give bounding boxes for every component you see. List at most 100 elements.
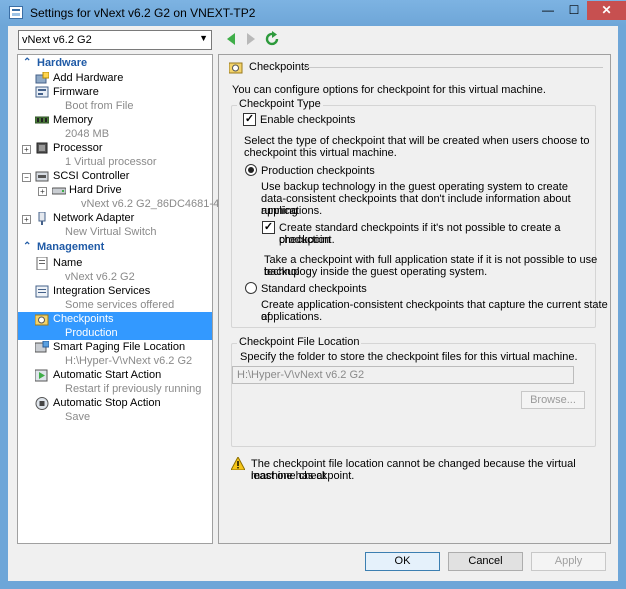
tree-item-automatic-stop[interactable]: Automatic Stop Action Save [18, 396, 212, 424]
title-bar[interactable]: Settings for vNext v6.2 G2 on VNEXT-TP2 … [0, 0, 626, 26]
settings-app-icon [9, 6, 23, 19]
tree-item-scsi-controller[interactable]: − SCSI Controller [18, 169, 212, 184]
window-title: Settings for vNext v6.2 G2 on VNEXT-TP2 [30, 6, 256, 20]
panel-title: Checkpoints [249, 61, 310, 73]
collapse-chevron-icon: ⌃ [23, 57, 32, 68]
tree-item-firmware[interactable]: Firmware Boot from File [18, 85, 212, 113]
tree-item-memory[interactable]: Memory 2048 MB [18, 113, 212, 141]
fallback-standard-label-2[interactable]: checkpoint. [279, 234, 335, 246]
minimize-button[interactable]: — [535, 1, 561, 20]
tree-item-sublabel: Boot from File [65, 100, 134, 112]
expand-icon[interactable]: + [22, 145, 31, 154]
tree-item-label: Firmware [53, 86, 99, 98]
memory-icon [35, 116, 49, 124]
tree-item-label: Automatic Start Action [53, 369, 162, 381]
forward-arrow-icon[interactable] [242, 31, 258, 47]
production-checkpoints-label[interactable]: Production checkpoints [261, 165, 375, 177]
tree-item-label: Integration Services [53, 285, 151, 297]
refresh-icon[interactable] [264, 31, 280, 47]
tree-item-label: Name [53, 257, 83, 269]
panel-intro-text: You can configure options for checkpoint… [232, 84, 546, 96]
tree-item-automatic-start[interactable]: Automatic Start Action Restart if previo… [18, 368, 212, 396]
tree-item-sublabel: vNext v6.2 G2 [65, 271, 135, 283]
standard-description-2: applications. [261, 311, 323, 323]
file-location-description: Specify the folder to store the checkpoi… [240, 351, 578, 363]
add-hardware-icon [35, 72, 49, 84]
tree-item-sublabel: 2048 MB [65, 128, 110, 140]
tree-item-sublabel: Production [65, 327, 118, 339]
hardware-section-header[interactable]: ⌃ Hardware [19, 57, 211, 71]
tree-item-sublabel: Some services offered [65, 299, 175, 311]
tree-item-hard-drive[interactable]: + Hard Drive vNext v6.2 G2_86DC4681-40F.… [18, 183, 240, 211]
standard-checkpoints-label[interactable]: Standard checkpoints [261, 283, 367, 295]
tree-item-label: Smart Paging File Location [53, 341, 186, 353]
expand-icon[interactable]: + [38, 187, 47, 196]
collapse-icon[interactable]: − [22, 173, 31, 182]
vm-selector-dropdown[interactable]: vNext v6.2 G2 ▼ [18, 30, 212, 50]
integration-services-icon [35, 285, 49, 298]
warning-text-2: least one checkpoint. [251, 470, 355, 482]
tree-item-label: Network Adapter [53, 212, 135, 224]
tree-item-add-hardware[interactable]: Add Hardware [18, 71, 212, 86]
network-adapter-icon [38, 212, 46, 225]
tree-item-label: Add Hardware [53, 72, 124, 84]
close-button[interactable]: ✕ [587, 1, 626, 20]
tree-item-processor[interactable]: + Processor 1 Virtual processor [18, 141, 212, 169]
title-divider [303, 67, 603, 68]
production-description-3: applications. [261, 205, 323, 217]
tree-item-sublabel: H:\Hyper-V\vNext v6.2 G2 [65, 355, 193, 367]
tree-item-sublabel: Restart if previously running [65, 383, 202, 395]
hardware-header-label: Hardware [37, 57, 88, 69]
apply-button[interactable]: Apply [531, 552, 606, 571]
name-icon [36, 257, 48, 270]
dialog-client-area: vNext v6.2 G2 ▼ ⌃ Hardware Add Hardware … [8, 26, 618, 581]
settings-window: Settings for vNext v6.2 G2 on VNEXT-TP2 … [0, 0, 626, 589]
cancel-button[interactable]: Cancel [448, 552, 523, 571]
warning-icon [231, 457, 245, 470]
back-arrow-icon[interactable] [224, 31, 240, 47]
checkpoints-icon [229, 62, 243, 74]
enable-checkpoints-checkbox[interactable]: ✓ [243, 113, 256, 126]
tree-item-integration-services[interactable]: Integration Services Some services offer… [18, 284, 212, 312]
tree-item-sublabel: Save [65, 411, 91, 423]
production-description: Use backup technology in the guest opera… [261, 181, 568, 193]
tree-item-sublabel: vNext v6.2 G2_86DC4681-40F... [81, 198, 240, 210]
tree-item-label: Memory [53, 114, 93, 126]
management-header-label: Management [37, 241, 105, 253]
checkpoint-type-group-title: Checkpoint Type [237, 98, 323, 110]
scsi-controller-icon [35, 171, 49, 182]
tree-item-label: Hard Drive [69, 184, 122, 196]
automatic-stop-icon [35, 397, 49, 410]
smart-paging-icon [35, 341, 49, 353]
firmware-icon [35, 86, 49, 98]
checkpoint-location-field[interactable]: H:\Hyper-V\vNext v6.2 G2 [232, 366, 574, 384]
maximize-button[interactable]: ☐ [561, 1, 587, 20]
collapse-chevron-icon: ⌃ [23, 241, 32, 252]
management-section-header[interactable]: ⌃ Management [19, 241, 211, 255]
automatic-start-icon [35, 369, 48, 382]
tree-item-label: Automatic Stop Action [53, 397, 161, 409]
tree-item-smart-paging[interactable]: Smart Paging File Location H:\Hyper-V\vN… [18, 340, 212, 368]
tree-item-label: SCSI Controller [53, 170, 130, 182]
tree-item-checkpoints[interactable]: Checkpoints Production [18, 312, 212, 340]
fallback-standard-checkbox[interactable]: ✓ [262, 221, 275, 234]
vm-selector-value: vNext v6.2 G2 [22, 34, 92, 46]
type-description-2: checkpoint this virtual machine. [244, 147, 397, 159]
tree-item-sublabel: 1 Virtual processor [65, 156, 157, 168]
settings-tree: ⌃ Hardware Add Hardware Firmware Boot fr… [17, 54, 240, 544]
tree-item-label: Checkpoints [53, 313, 114, 325]
production-checkpoints-radio[interactable] [245, 164, 257, 176]
tree-item-sublabel: New Virtual Switch [65, 226, 157, 238]
processor-icon [36, 142, 48, 154]
standard-checkpoints-radio[interactable] [245, 282, 257, 294]
ok-button[interactable]: OK [365, 552, 440, 571]
enable-checkpoints-label[interactable]: Enable checkpoints [260, 114, 355, 126]
tree-item-network-adapter[interactable]: + Network Adapter New Virtual Switch [18, 211, 212, 239]
checkpoints-settings-panel: Checkpoints You can configure options fo… [218, 54, 611, 544]
type-description: Select the type of checkpoint that will … [244, 135, 590, 147]
file-location-group-title: Checkpoint File Location [237, 336, 362, 348]
tree-item-name[interactable]: Name vNext v6.2 G2 [18, 256, 212, 284]
expand-icon[interactable]: + [22, 215, 31, 224]
chevron-down-icon: ▼ [199, 33, 208, 43]
browse-button[interactable]: Browse... [521, 391, 585, 409]
